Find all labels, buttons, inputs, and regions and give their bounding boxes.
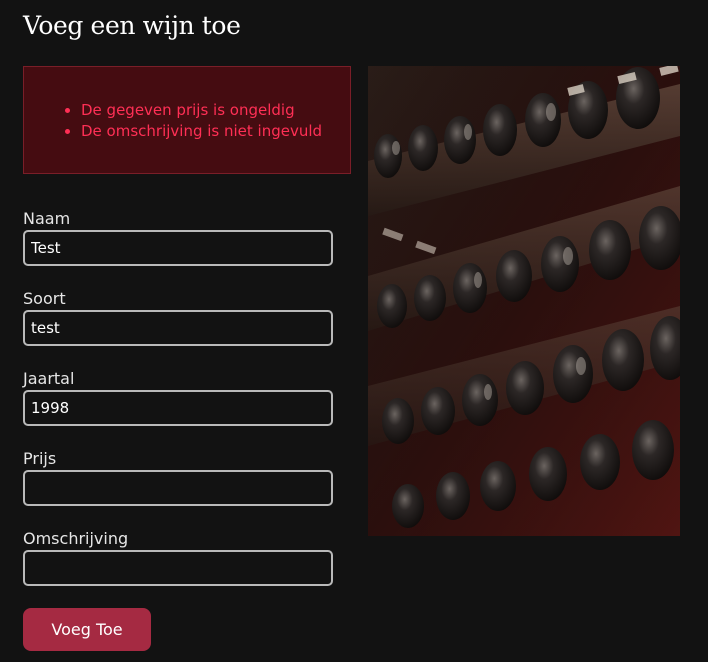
error-item-description: De omschrijving is niet ingevuld (81, 121, 322, 142)
jaartal-label: Jaartal (23, 369, 75, 388)
naam-label: Naam (23, 209, 71, 228)
soort-label: Soort (23, 289, 66, 308)
error-summary: De gegeven prijs is ongeldig De omschrij… (23, 66, 351, 174)
add-wine-button[interactable]: Voeg Toe (23, 608, 151, 651)
omschrijving-label: Omschrijving (23, 529, 129, 548)
naam-input[interactable] (23, 230, 333, 266)
wine-rack-illustration (368, 66, 680, 536)
prijs-label: Prijs (23, 449, 57, 468)
page-title: Voeg een wijn toe (23, 11, 241, 40)
jaartal-input[interactable] (23, 390, 333, 426)
wine-rack-image (368, 66, 680, 536)
error-list: De gegeven prijs is ongeldig De omschrij… (24, 100, 322, 142)
soort-input[interactable] (23, 310, 333, 346)
prijs-input[interactable] (23, 470, 333, 506)
omschrijving-input[interactable] (23, 550, 333, 586)
error-item-price: De gegeven prijs is ongeldig (81, 100, 322, 121)
